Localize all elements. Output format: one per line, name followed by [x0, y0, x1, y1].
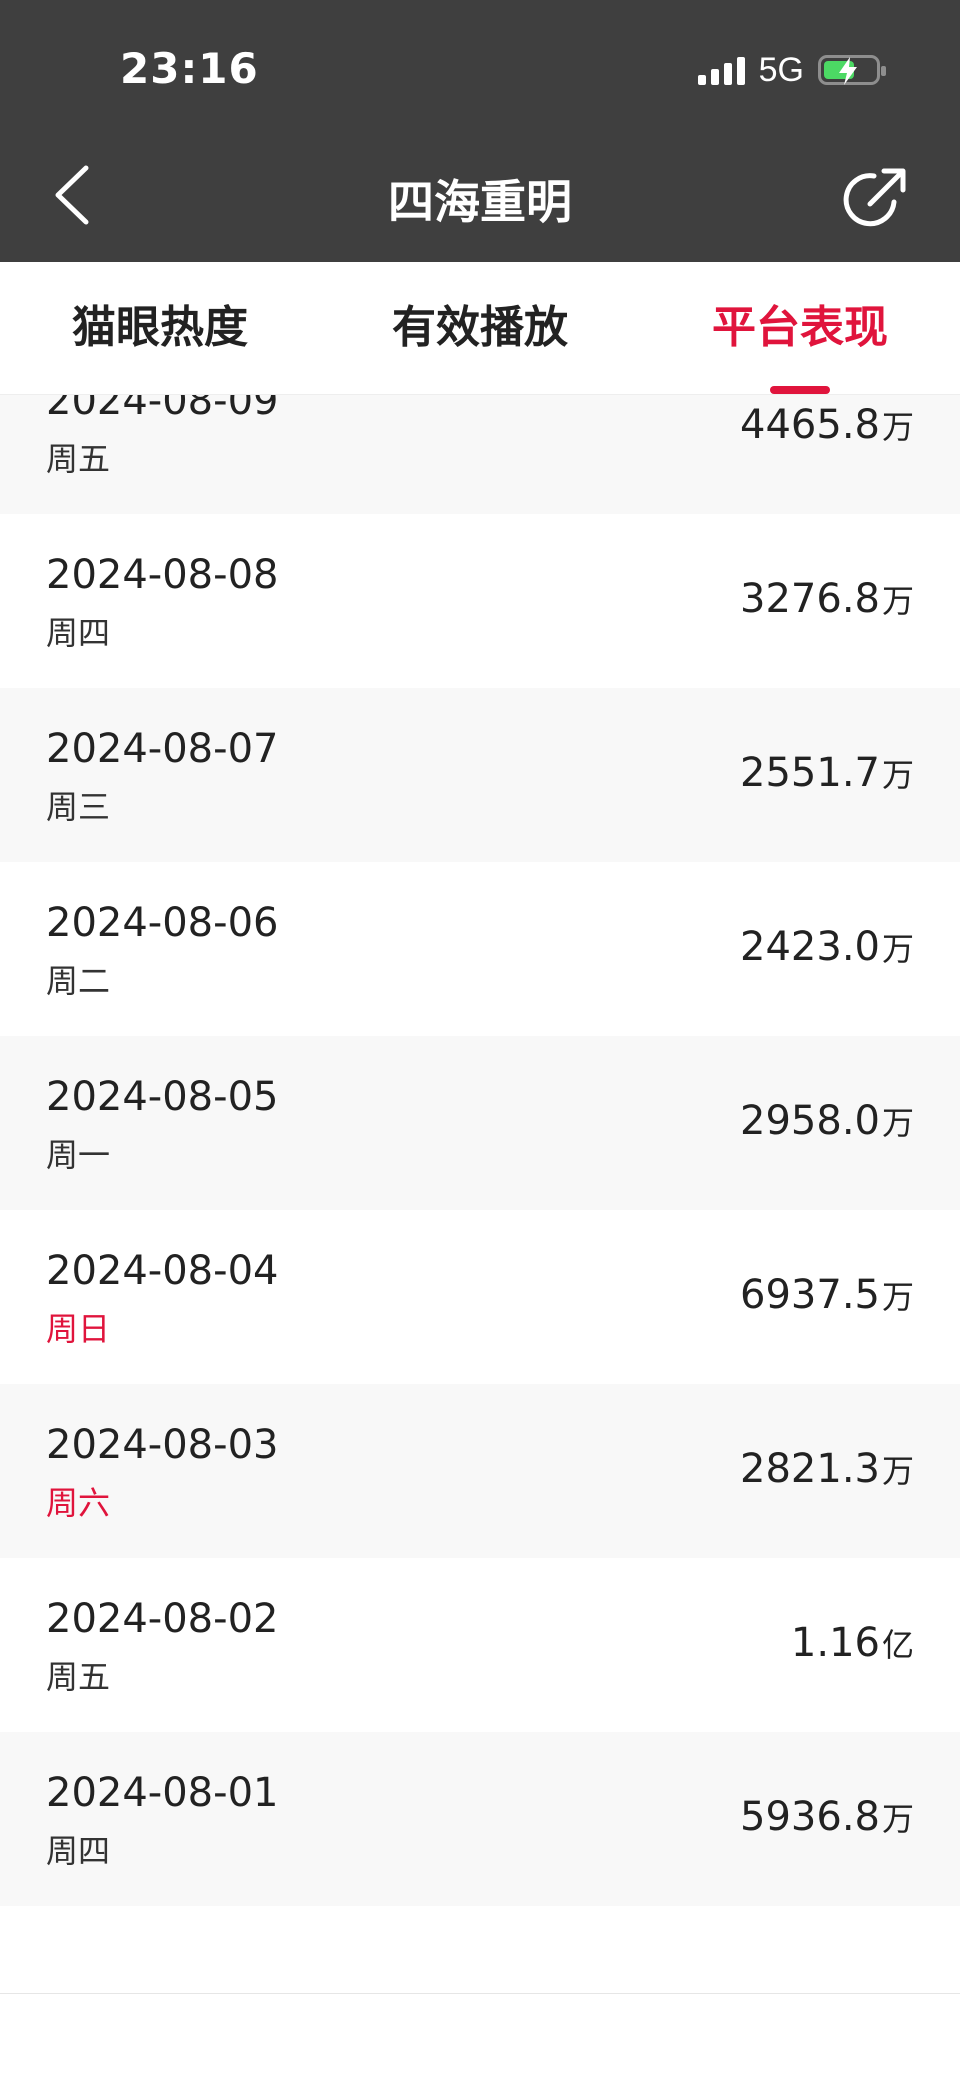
list-item: 2024-08-08 周四 3276.8万 [0, 514, 960, 688]
date-label: 2024-08-03 [46, 1422, 279, 1468]
status-icons: 5G [697, 50, 886, 90]
value-label: 2423.0万 [740, 924, 914, 970]
list-item: 2024-08-04 周日 6937.5万 [0, 1210, 960, 1384]
weekday-label: 周一 [46, 1136, 111, 1174]
value-label: 2551.7万 [740, 750, 914, 796]
value-label: 2958.0万 [740, 1098, 914, 1144]
list-item: 2024-08-06 周二 2423.0万 [0, 862, 960, 1036]
active-tab-indicator [770, 386, 830, 394]
tab-platform-performance[interactable]: 平台表现 [640, 262, 960, 394]
weekday-label: 周五 [46, 1658, 111, 1696]
weekday-label: 周日 [46, 1310, 111, 1348]
list-item: 2024-08-09 周五 4465.8万 [0, 395, 960, 514]
signal-icon [697, 55, 745, 85]
weekday-label: 周三 [46, 788, 111, 826]
value-label: 6937.5万 [740, 1272, 914, 1318]
weekday-label: 周五 [46, 440, 111, 478]
network-label: 5G [758, 50, 804, 89]
value-label: 5936.8万 [740, 1794, 914, 1840]
date-label: 2024-08-04 [46, 1248, 279, 1294]
status-time: 23:16 [120, 44, 259, 93]
daily-data-list[interactable]: 2024-08-09 周五 4465.8万 2024-08-08 周四 3276… [0, 395, 960, 1910]
date-label: 2024-08-06 [46, 900, 279, 946]
list-item: 2024-08-01 周四 5936.8万 [0, 1732, 960, 1906]
weekday-label: 周四 [46, 614, 111, 652]
date-label: 2024-08-02 [46, 1596, 279, 1642]
date-label: 2024-08-01 [46, 1770, 279, 1816]
weekday-label: 周六 [46, 1484, 111, 1522]
back-button[interactable] [46, 160, 106, 230]
list-item: 2024-08-03 周六 2821.3万 [0, 1384, 960, 1558]
value-label: 2821.3万 [740, 1446, 914, 1492]
tab-maoyan-heat[interactable]: 猫眼热度 [0, 262, 320, 394]
page-title: 四海重明 [388, 175, 572, 229]
value-label: 3276.8万 [740, 576, 914, 622]
divider [0, 1993, 960, 1994]
share-button[interactable] [840, 162, 912, 234]
list-item: 2024-08-07 周三 2551.7万 [0, 688, 960, 862]
battery-icon [818, 55, 886, 85]
date-label: 2024-08-05 [46, 1074, 279, 1120]
list-item: 2024-08-05 周一 2958.0万 [0, 1036, 960, 1210]
value-label: 4465.8万 [740, 402, 914, 448]
tab-bar: 猫眼热度 有效播放 平台表现 [0, 262, 960, 395]
weekday-label: 周四 [46, 1832, 111, 1870]
value-label: 1.16亿 [790, 1620, 914, 1666]
weekday-label: 周二 [46, 962, 111, 1000]
tab-effective-plays[interactable]: 有效播放 [320, 262, 640, 394]
date-label: 2024-08-07 [46, 726, 279, 772]
date-label: 2024-08-08 [46, 552, 279, 598]
list-item: 2024-08-02 周五 1.16亿 [0, 1558, 960, 1732]
top-bar: 23:16 5G 四海重明 [0, 0, 960, 262]
date-label: 2024-08-09 [46, 395, 279, 424]
